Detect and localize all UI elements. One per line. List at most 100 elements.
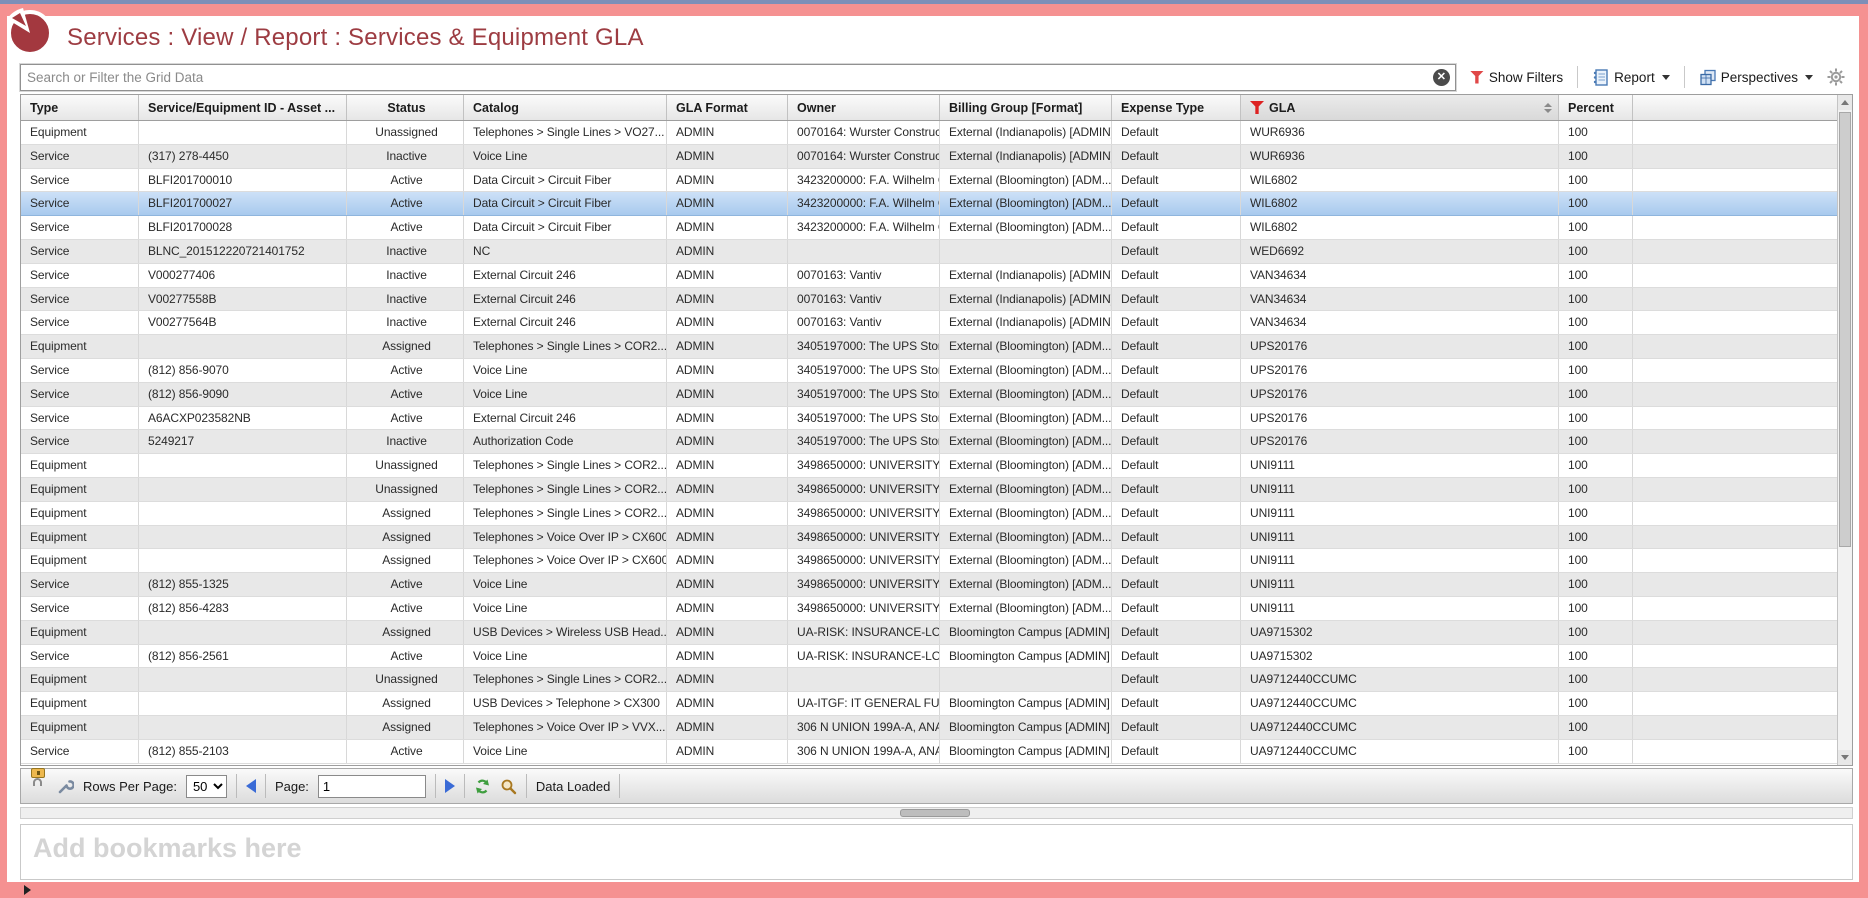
cell-owner — [788, 240, 940, 263]
cell-type: Equipment — [21, 526, 139, 549]
previous-page-button[interactable] — [246, 779, 256, 793]
table-row[interactable]: ServiceBLFI201700010ActiveData Circuit >… — [21, 169, 1837, 193]
rows-per-page-select[interactable]: 50 — [186, 775, 227, 798]
chevron-down-icon — [1662, 75, 1670, 80]
vertical-scrollbar-track[interactable] — [1838, 110, 1852, 750]
cell-gla: UA9712440CCUMC — [1241, 740, 1559, 763]
scroll-down-button[interactable] — [1838, 750, 1852, 765]
show-filters-button[interactable]: Show Filters — [1464, 67, 1569, 88]
refresh-icon[interactable] — [474, 778, 491, 795]
horizontal-scrollbar[interactable] — [20, 807, 1853, 819]
column-header-expense-type[interactable]: Expense Type — [1112, 95, 1241, 120]
cell-gla-format: ADMIN — [667, 597, 788, 620]
scroll-up-button[interactable] — [1838, 95, 1852, 110]
cell-status: Active — [347, 383, 464, 406]
table-row[interactable]: Service(812) 856-9070ActiveVoice LineADM… — [21, 359, 1837, 383]
table-row[interactable]: Service(317) 278-4450InactiveVoice LineA… — [21, 145, 1837, 169]
cell-type: Service — [21, 383, 139, 406]
column-header-label: Status — [387, 101, 425, 115]
pager-status: Data Loaded — [536, 779, 610, 794]
cell-catalog: Telephones > Voice Over IP > VVX... — [464, 716, 667, 739]
table-row[interactable]: Service(812) 856-2561ActiveVoice LineADM… — [21, 645, 1837, 669]
cell-status: Inactive — [347, 145, 464, 168]
cell-service-equipment-id-asset — [139, 668, 347, 691]
gear-icon[interactable] — [1827, 68, 1845, 86]
cell-gla: UNI9111 — [1241, 478, 1559, 501]
cell-service-equipment-id-asset: 5249217 — [139, 430, 347, 453]
cell-owner: 3423200000: F.A. Wilhelm C... — [788, 216, 940, 239]
cell-service-equipment-id-asset — [139, 692, 347, 715]
column-header-service-equipment-id-asset[interactable]: Service/Equipment ID - Asset ... — [139, 95, 347, 120]
table-row[interactable]: EquipmentAssignedUSB Devices > Telephone… — [21, 692, 1837, 716]
table-row[interactable]: ServiceBLFI201700028ActiveData Circuit >… — [21, 216, 1837, 240]
cell-billing-group-format: External (Bloomington) [ADM... — [940, 169, 1112, 192]
table-row[interactable]: ServiceV000277406InactiveExternal Circui… — [21, 264, 1837, 288]
cell-type: Equipment — [21, 454, 139, 477]
column-header-catalog[interactable]: Catalog — [464, 95, 667, 120]
table-row[interactable]: Service(812) 856-9090ActiveVoice LineADM… — [21, 383, 1837, 407]
cell-catalog: USB Devices > Telephone > CX300 — [464, 692, 667, 715]
table-row[interactable]: EquipmentAssignedTelephones > Voice Over… — [21, 549, 1837, 573]
table-row[interactable]: ServiceBLNC_201512220721401752InactiveNC… — [21, 240, 1837, 264]
lock-icon[interactable] — [31, 778, 48, 795]
page-number-input[interactable] — [318, 775, 426, 798]
table-row[interactable]: EquipmentUnassignedTelephones > Single L… — [21, 668, 1837, 692]
table-row[interactable]: EquipmentAssignedTelephones > Single Lin… — [21, 335, 1837, 359]
table-row[interactable]: EquipmentAssignedTelephones > Voice Over… — [21, 716, 1837, 740]
horizontal-scrollbar-thumb[interactable] — [900, 809, 970, 817]
cell-billing-group-format: External (Bloomington) [ADM... — [940, 526, 1112, 549]
next-page-button[interactable] — [445, 779, 455, 793]
table-row[interactable]: EquipmentAssignedTelephones > Single Lin… — [21, 502, 1837, 526]
vertical-scrollbar[interactable] — [1837, 95, 1852, 765]
cell-filler — [1633, 335, 1837, 358]
cell-service-equipment-id-asset — [139, 549, 347, 572]
column-header-gla-format[interactable]: GLA Format — [667, 95, 788, 120]
column-header-type[interactable]: Type — [21, 95, 139, 120]
cell-type: Equipment — [21, 335, 139, 358]
table-row[interactable]: EquipmentUnassignedTelephones > Single L… — [21, 454, 1837, 478]
table-row[interactable]: Service(812) 855-2103ActiveVoice LineADM… — [21, 740, 1837, 764]
column-header-owner[interactable]: Owner — [788, 95, 940, 120]
column-header-percent[interactable]: Percent — [1559, 95, 1633, 120]
cell-owner: 3405197000: The UPS Store ... — [788, 383, 940, 406]
cell-status: Inactive — [347, 430, 464, 453]
column-header-billing-group-format[interactable]: Billing Group [Format] — [940, 95, 1112, 120]
cell-gla-format: ADMIN — [667, 526, 788, 549]
clear-search-icon[interactable]: ✕ — [1433, 69, 1450, 86]
perspectives-button[interactable]: Perspectives — [1693, 66, 1819, 89]
cell-expense-type: Default — [1112, 169, 1241, 192]
cell-service-equipment-id-asset — [139, 502, 347, 525]
cell-billing-group-format: External (Bloomington) [ADM... — [940, 597, 1112, 620]
column-header-gla[interactable]: GLA — [1241, 95, 1559, 120]
cell-status: Active — [347, 740, 464, 763]
table-row[interactable]: ServiceV00277558BInactiveExternal Circui… — [21, 288, 1837, 312]
column-header-status[interactable]: Status — [347, 95, 464, 120]
cell-filler — [1633, 145, 1837, 168]
cell-owner: 3498650000: UNIVERSITY C... — [788, 526, 940, 549]
cell-service-equipment-id-asset: (812) 855-2103 — [139, 740, 347, 763]
report-button[interactable]: Report — [1586, 66, 1676, 89]
table-row[interactable]: ServiceV00277564BInactiveExternal Circui… — [21, 311, 1837, 335]
table-row[interactable]: EquipmentAssignedTelephones > Voice Over… — [21, 526, 1837, 550]
cell-type: Service — [21, 145, 139, 168]
magnifier-icon[interactable] — [500, 778, 517, 795]
bookmarks-panel[interactable]: Add bookmarks here — [20, 824, 1853, 880]
wrench-icon[interactable] — [57, 778, 74, 795]
table-row[interactable]: EquipmentUnassignedTelephones > Single L… — [21, 478, 1837, 502]
cell-owner: 3498650000: UNIVERSITY C... — [788, 549, 940, 572]
cell-billing-group-format: External (Indianapolis) [ADMIN] — [940, 311, 1112, 334]
cell-gla: UPS20176 — [1241, 430, 1559, 453]
grid-body: EquipmentUnassignedTelephones > Single L… — [21, 121, 1837, 765]
cell-status: Active — [347, 597, 464, 620]
vertical-scrollbar-thumb[interactable] — [1839, 112, 1851, 547]
column-header-label: Expense Type — [1121, 101, 1204, 115]
table-row[interactable]: Service(812) 856-4283ActiveVoice LineADM… — [21, 597, 1837, 621]
table-row[interactable]: EquipmentUnassignedTelephones > Single L… — [21, 121, 1837, 145]
table-row[interactable]: Service(812) 855-1325ActiveVoice LineADM… — [21, 573, 1837, 597]
expander-arrow-icon[interactable] — [24, 885, 31, 895]
table-row[interactable]: EquipmentAssignedUSB Devices > Wireless … — [21, 621, 1837, 645]
search-input[interactable] — [20, 64, 1456, 91]
table-row[interactable]: Service5249217InactiveAuthorization Code… — [21, 430, 1837, 454]
table-row[interactable]: ServiceBLFI201700027ActiveData Circuit >… — [21, 192, 1837, 216]
table-row[interactable]: ServiceA6ACXP023582NBActiveExternal Circ… — [21, 407, 1837, 431]
